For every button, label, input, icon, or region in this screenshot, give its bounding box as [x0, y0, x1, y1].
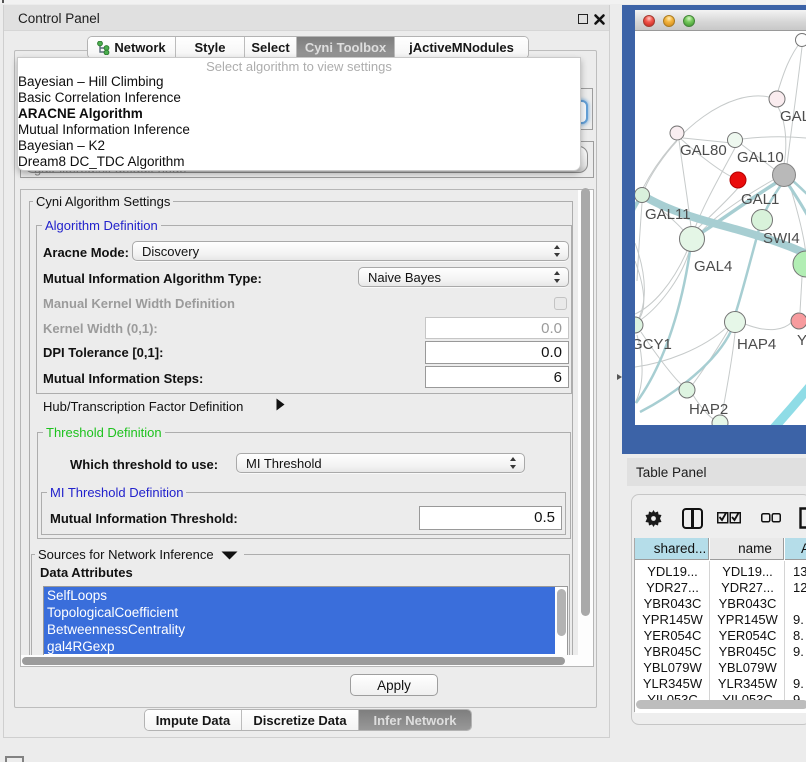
svg-text:GAL80: GAL80 — [680, 142, 727, 159]
svg-text:Y: Y — [797, 332, 806, 349]
svg-text:GAL11: GAL11 — [645, 206, 691, 223]
svg-text:GAL10: GAL10 — [737, 149, 784, 166]
svg-text:HAP2: HAP2 — [689, 401, 728, 418]
svg-text:GAL1: GAL1 — [741, 191, 779, 208]
svg-text:GCY1: GCY1 — [635, 336, 672, 353]
svg-text:GAL4: GAL4 — [694, 258, 732, 275]
svg-text:SWI4: SWI4 — [763, 230, 800, 247]
svg-text:HAP4: HAP4 — [737, 336, 776, 353]
svg-text:GAL7: GAL7 — [780, 108, 806, 125]
